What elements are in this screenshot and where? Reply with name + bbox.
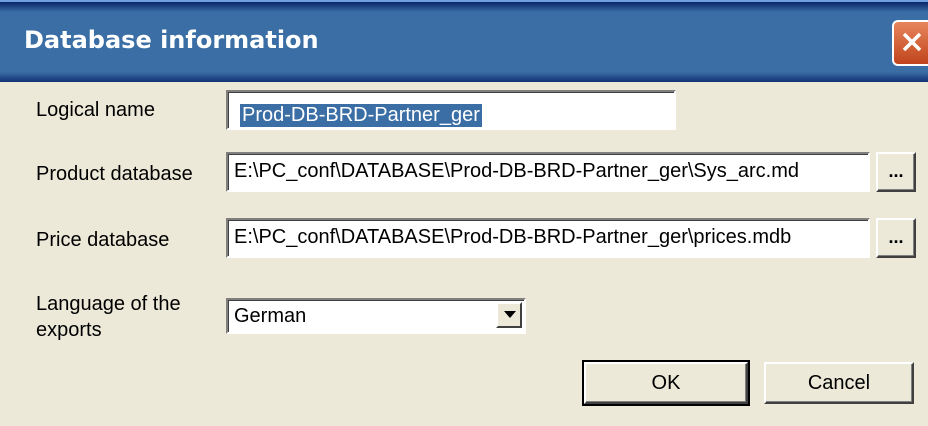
cancel-button[interactable]: Cancel [764,362,914,404]
title-bar[interactable]: Database information [0,0,928,82]
dialog-title: Database information [24,26,319,54]
price-database-value: E:\PC_conf\DATABASE\Prod-DB-BRD-Partner_… [234,226,792,248]
language-select[interactable]: German [226,298,526,334]
product-database-value: E:\PC_conf\DATABASE\Prod-DB-BRD-Partner_… [234,160,799,182]
language-selected-value: German [234,305,307,327]
dropdown-button[interactable] [496,302,522,328]
price-database-input[interactable]: E:\PC_conf\DATABASE\Prod-DB-BRD-Partner_… [226,218,870,258]
logical-name-label: Logical name [36,99,155,121]
product-database-browse-button[interactable]: ... [876,152,916,192]
ok-button[interactable]: OK [582,360,750,406]
product-database-input[interactable]: E:\PC_conf\DATABASE\Prod-DB-BRD-Partner_… [226,152,870,192]
close-icon [902,32,922,52]
logical-name-value: Prod-DB-BRD-Partner_ger [240,104,482,127]
database-information-dialog: Database information Logical name Prod-D… [0,0,928,426]
close-button[interactable] [892,20,928,66]
language-label-line2: exports [36,319,102,341]
logical-name-input[interactable]: Prod-DB-BRD-Partner_ger [226,90,676,130]
price-database-label: Price database [36,229,170,251]
chevron-down-icon [504,311,516,318]
product-database-label: Product database [36,163,193,185]
language-label-line1: Language of the [36,293,181,315]
price-database-browse-button[interactable]: ... [876,218,916,258]
